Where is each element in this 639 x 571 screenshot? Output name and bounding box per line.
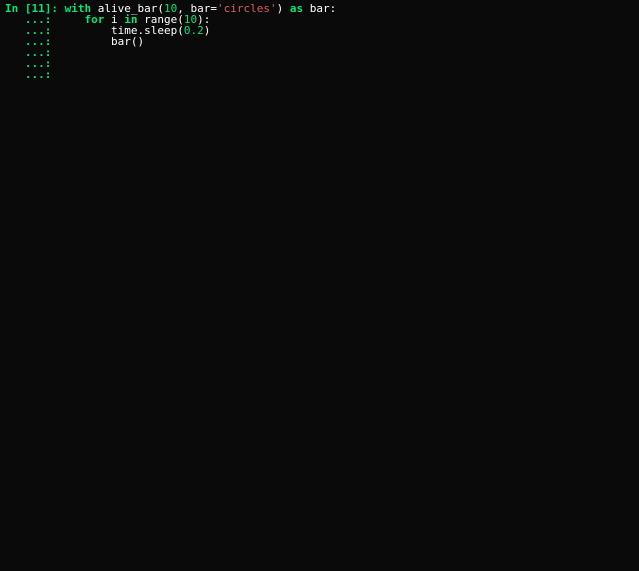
terminal-output: In [11]: with alive_bar(10, bar='circles…: [5, 3, 634, 80]
number-literal: 0.2: [184, 24, 204, 37]
code-line-blank: ...:: [5, 47, 634, 58]
function-bar: bar: [111, 35, 131, 48]
code-line-blank: ...:: [5, 69, 634, 80]
keyword-as: as: [290, 2, 303, 15]
rparen: ): [204, 24, 211, 37]
indent: [58, 35, 111, 48]
space: [283, 2, 290, 15]
equals: =: [210, 2, 217, 15]
space: [303, 2, 310, 15]
rparen: ): [137, 35, 144, 48]
variable: bar: [310, 2, 330, 15]
code-line-4: ...: bar(): [5, 36, 634, 47]
prompt-continuation: ...:: [5, 68, 58, 81]
string-literal: 'circles': [217, 2, 277, 15]
function-sleep: sleep: [144, 24, 177, 37]
colon: :: [330, 2, 337, 15]
code-line-blank: ...:: [5, 58, 634, 69]
lparen: (: [177, 24, 184, 37]
